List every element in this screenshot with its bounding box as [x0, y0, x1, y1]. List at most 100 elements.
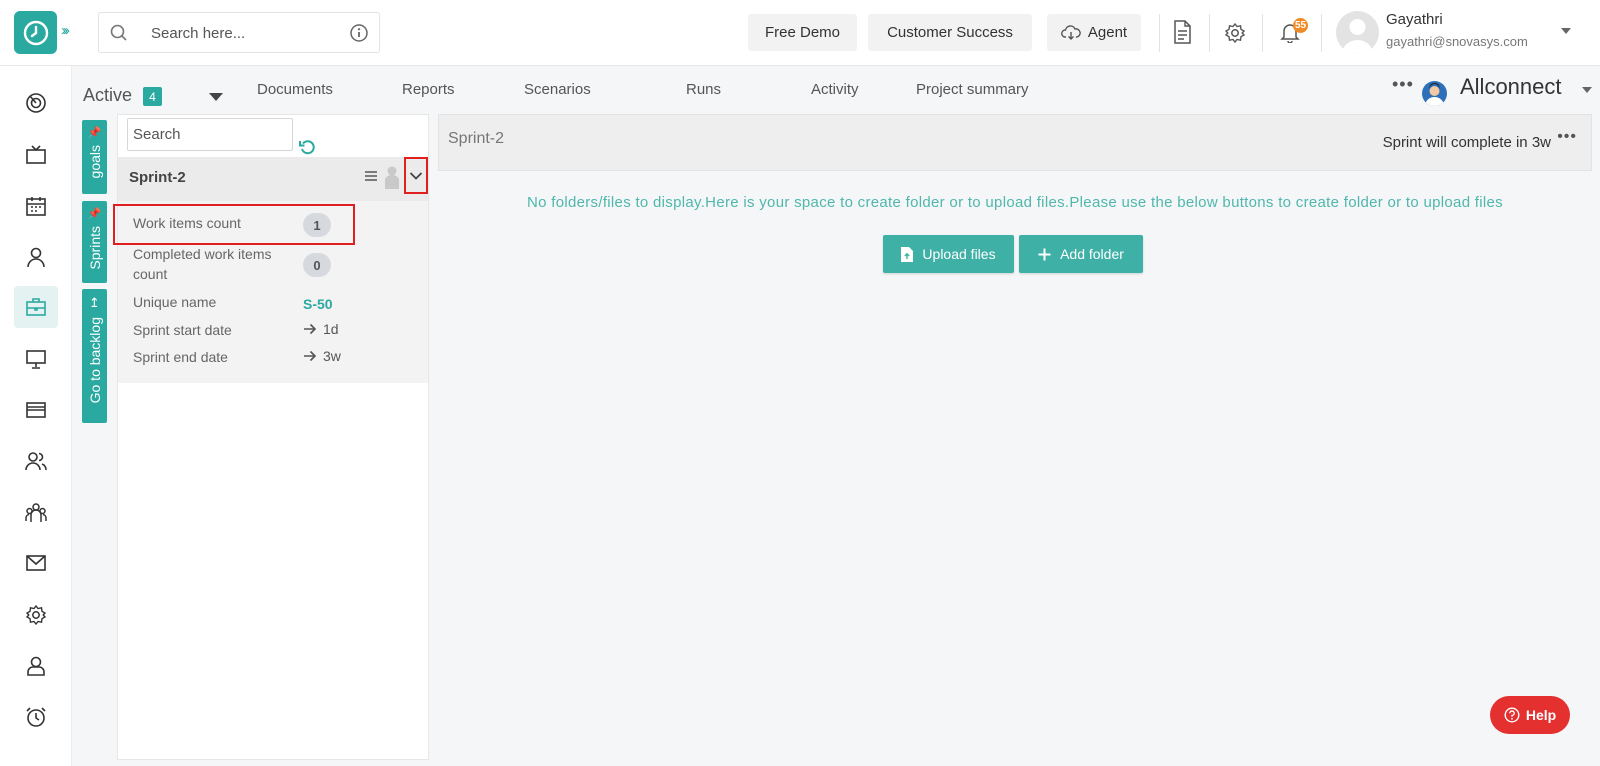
gear-icon[interactable]	[1224, 22, 1246, 44]
sprint-header-bar: Sprint-2 Sprint will complete in 3w •••	[438, 114, 1592, 171]
help-circle-icon	[1504, 707, 1520, 723]
add-folder-label: Add folder	[1060, 246, 1124, 262]
cloud-download-icon	[1060, 24, 1081, 40]
mail-icon	[26, 555, 46, 571]
main-sprint-title: Sprint-2	[448, 130, 505, 147]
nav-team[interactable]	[14, 492, 58, 534]
vtab-backlog-label: Go to backlog	[86, 317, 103, 404]
sprint-status-text: Sprint will complete in 3w	[1382, 134, 1551, 151]
completed-work-items-label: Completed work items count	[133, 246, 272, 282]
app-root: ››› Free Demo Customer Success Agent 55 …	[0, 0, 1600, 766]
vtab-go-to-backlog[interactable]: ↥ Go to backlog	[82, 289, 107, 423]
vtab-goals[interactable]: 📌 goals	[82, 120, 107, 194]
agent-label: Agent	[1087, 24, 1128, 41]
sprint-card-header[interactable]: Sprint-2	[118, 157, 428, 201]
divider	[1321, 14, 1322, 52]
more-options-icon[interactable]: •••	[1392, 74, 1414, 95]
dashboard-icon	[26, 93, 46, 113]
menu-icon[interactable]	[365, 170, 377, 182]
upload-files-label: Upload files	[922, 246, 996, 262]
nav-monitor[interactable]	[14, 338, 58, 380]
nav-tv[interactable]	[14, 134, 58, 176]
nav-projects[interactable]	[14, 286, 58, 328]
upload-files-button[interactable]: Upload files	[883, 235, 1014, 273]
sprint-start-date-value: 1d	[303, 321, 339, 337]
nav-user[interactable]	[14, 236, 58, 278]
status-filter-label[interactable]: Active	[83, 85, 132, 106]
unique-name-label: Unique name	[133, 294, 217, 310]
customer-success-button[interactable]: Customer Success	[868, 14, 1032, 51]
team-icon	[25, 503, 47, 522]
help-label: Help	[1525, 707, 1557, 723]
sprint-end-date-label: Sprint end date	[133, 349, 228, 365]
avatar-silhouette-icon	[1342, 19, 1373, 54]
info-icon[interactable]	[349, 23, 369, 43]
empty-state-message: No folders/files to display.Here is your…	[526, 194, 1503, 211]
settings-icon	[25, 604, 47, 626]
arrow-right-icon	[304, 350, 317, 362]
refresh-icon[interactable]	[299, 139, 315, 155]
vtab-sprints[interactable]: 📌 Sprints	[82, 201, 107, 283]
sprint-title[interactable]: Sprint-2	[129, 169, 186, 186]
user-menu-caret-icon[interactable]	[1561, 28, 1571, 34]
tab-project-summary[interactable]: Project summary	[916, 81, 1029, 98]
tab-reports[interactable]: Reports	[402, 81, 455, 98]
calendar-icon	[26, 197, 46, 216]
vtab-goals-label: goals	[86, 145, 103, 179]
top-header: ››› Free Demo Customer Success Agent 55 …	[0, 0, 1600, 66]
sprint-start-date-label: Sprint start date	[133, 322, 232, 338]
documents-main: Sprint-2 Sprint will complete in 3w ••• …	[438, 114, 1592, 766]
file-upload-icon	[901, 246, 914, 262]
nav-users[interactable]	[14, 440, 58, 482]
nav-mail[interactable]	[14, 542, 58, 584]
tab-scenarios[interactable]: Scenarios	[524, 81, 591, 98]
user-email: gayathri@snovasys.com	[1386, 34, 1528, 49]
document-icon[interactable]	[1172, 20, 1192, 44]
add-folder-button[interactable]: Add folder	[1019, 235, 1143, 273]
tab-documents[interactable]: Documents	[257, 81, 333, 98]
tv-icon	[26, 145, 46, 164]
unique-name-value[interactable]: S-50	[303, 296, 333, 312]
sprint-options-icon[interactable]: •••	[1557, 128, 1577, 146]
nav-calendar[interactable]	[14, 185, 58, 227]
divider	[1209, 14, 1210, 52]
vtab-sprints-label: Sprints	[86, 226, 103, 270]
project-subheader: Active 4 Documents Reports Scenarios Run…	[72, 66, 1600, 114]
sprint-end-date-text: 3w	[323, 348, 341, 364]
tab-runs[interactable]: Runs	[686, 81, 721, 98]
completed-work-items-value: 0	[303, 253, 331, 277]
pin-icon: 📌	[87, 208, 102, 220]
sprint-search-input[interactable]	[127, 118, 293, 151]
filter-caret-icon[interactable]	[209, 93, 223, 101]
search-icon	[110, 24, 127, 41]
nav-settings[interactable]	[14, 594, 58, 636]
global-search	[98, 12, 380, 53]
card-icon	[26, 402, 46, 418]
arrow-up-icon: ↥	[89, 295, 100, 310]
expand-sprint-button[interactable]	[404, 157, 428, 194]
expand-nav-icon[interactable]: ›››	[61, 22, 70, 39]
user-icon	[27, 247, 45, 268]
agent-button[interactable]: Agent	[1047, 14, 1141, 51]
user-avatar[interactable]	[1336, 11, 1379, 54]
pin-icon: 📌	[87, 127, 102, 139]
chevron-down-icon	[409, 171, 423, 180]
nav-profile[interactable]	[14, 645, 58, 687]
search-input[interactable]	[151, 22, 331, 44]
nav-dashboard[interactable]	[14, 82, 58, 124]
plus-icon	[1038, 248, 1051, 260]
project-name[interactable]: Allconnect	[1460, 74, 1562, 100]
app-logo[interactable]	[14, 11, 57, 54]
notification-badge: 55	[1293, 18, 1308, 33]
free-demo-button[interactable]: Free Demo	[748, 14, 857, 51]
assignee-icon[interactable]	[384, 165, 400, 189]
project-avatar-icon	[1425, 83, 1444, 106]
nav-alarm[interactable]	[14, 696, 58, 738]
tab-activity[interactable]: Activity	[811, 81, 859, 98]
help-button[interactable]: Help	[1490, 696, 1570, 734]
nav-billing[interactable]	[14, 389, 58, 431]
project-avatar	[1422, 81, 1447, 106]
divider	[1159, 14, 1160, 52]
project-caret-icon[interactable]	[1582, 87, 1592, 93]
monitor-icon	[26, 350, 46, 369]
